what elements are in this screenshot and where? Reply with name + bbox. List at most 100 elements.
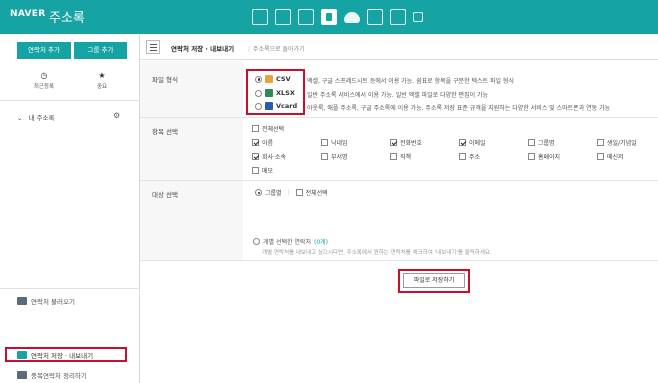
radio-by-group[interactable] [255,189,262,196]
sidebar-item-import[interactable]: 연락처 불러오기 [17,296,75,306]
checkbox[interactable] [597,139,604,146]
add-group-button[interactable]: 그룹 추가 [74,42,127,59]
checkbox-target-all[interactable] [295,189,303,196]
cloud-icon[interactable] [344,12,360,23]
checkbox[interactable] [252,139,259,146]
field-label: 전화번호 [400,140,423,147]
checkbox[interactable] [321,139,328,146]
divider [0,100,140,101]
recent-shortcut[interactable]: ◷ 최근등록 [26,71,62,90]
checkbox[interactable] [528,153,535,160]
mail-icon[interactable] [252,9,268,25]
memo-icon[interactable] [367,9,383,25]
field-phone[interactable]: 전화번호 [390,138,422,147]
checkbox[interactable] [390,153,397,160]
individual-count: (0개) [313,239,329,246]
file-format-row: 파일 형식 CSV XLSX Vcard 엑셀, 구글 스프레드시트 등에서 이… [140,61,658,118]
field-label: 닉네임 [331,140,348,147]
recent-label: 최근등록 [33,84,55,90]
format-description: 일반 주소록 서비스에서 이용 가능. 일반 엑셀 파일로 다양한 편집이 가능 [307,92,489,99]
add-contact-button[interactable]: 연락처 추가 [17,42,71,59]
target-label: 대상 선택 [152,191,178,199]
field-label: 홈페이지 [538,154,561,161]
gear-icon[interactable]: ⚙ [113,111,120,120]
checkbox[interactable] [252,125,259,132]
sidebar-item-export[interactable]: 연락처 저장 · 내보내기 [5,347,127,362]
save-to-file-button[interactable]: 파일로 저장하기 [403,273,465,288]
select-all-fields[interactable]: 전체선택 [252,124,284,133]
back-to-addressbook-link[interactable]: 주소록으로 돌아가기 [248,44,305,53]
checkbox[interactable] [252,153,259,160]
format-highlight-box [246,69,305,115]
target-choices: 그룹별 | 전체선택 [255,188,328,197]
field-name[interactable]: 이름 [252,138,273,147]
square-icon[interactable] [413,12,423,22]
top-bar: NAVER 주소록 [0,0,658,34]
naver-logo[interactable]: NAVER [10,9,45,19]
field-email[interactable]: 이메일 [459,138,486,147]
item-select-row: 항목 선택 전체선택 이름 닉네임 전화번호 이메일 그룹명 생일/기념일 회사… [140,118,658,181]
sidebar-item-dedupe[interactable]: 중복연락처 정리하기 [17,370,87,380]
chevron-down-icon: ⌄ [17,114,23,122]
home-icon[interactable] [390,9,406,25]
sidebar-item-label: 연락처 불러오기 [31,298,75,306]
import-icon [17,297,27,305]
menu-toggle-icon[interactable] [146,40,160,54]
item-select-label: 항목 선택 [152,128,178,136]
field-label: 주소 [469,154,481,161]
checkbox[interactable] [390,139,397,146]
field-label: 메신저 [607,154,624,161]
field-label: 메모 [262,168,274,175]
field-label: 이메일 [469,140,486,147]
target-all-label: 전체선택 [305,190,328,197]
checkbox[interactable] [597,153,604,160]
app-switcher [252,9,423,25]
checkbox[interactable] [252,167,259,174]
important-label: 중요 [96,84,108,90]
contacts-icon[interactable] [321,9,337,25]
checkbox[interactable] [459,153,466,160]
field-memo[interactable]: 메모 [252,166,273,175]
select-all-label: 전체선택 [262,126,285,133]
field-label: 그룹명 [538,140,555,147]
separator: | [287,189,290,196]
important-shortcut[interactable]: ★ 중요 [84,71,120,90]
field-position[interactable]: 직책 [390,152,411,161]
field-homepage[interactable]: 홈페이지 [528,152,560,161]
field-nickname[interactable]: 닉네임 [321,138,348,147]
checkbox[interactable] [528,139,535,146]
target-group-label: 그룹별 [265,190,282,197]
file-format-label: 파일 형식 [152,76,178,84]
content-header: 연락처 저장 · 내보내기 주소록으로 돌아가기 [140,34,658,60]
individual-note: 개별 연락처를 내보내고 싶으시다면, 주소록에서 원하는 연락처를 체크하여 … [262,250,492,256]
my-addressbook-label: 내 주소록 [28,114,55,122]
my-addressbook[interactable]: ⌄ 내 주소록 [17,112,55,122]
divider [0,288,140,289]
individual-selection[interactable]: 개별 선택한 연락처 (0개) [253,237,328,246]
sidebar-item-label: 중복연락처 정리하기 [31,372,87,380]
field-address[interactable]: 주소 [459,152,480,161]
individual-label: 개별 선택한 연락처 [263,239,311,246]
dedupe-icon [17,371,27,379]
field-group[interactable]: 그룹명 [528,138,555,147]
page-title: 연락처 저장 · 내보내기 [171,45,235,53]
field-label: 생일/기념일 [607,140,637,147]
star-icon: ★ [98,71,106,80]
clock-icon: ◷ [40,71,48,80]
field-company[interactable]: 회사·소속 [252,152,286,161]
field-messenger[interactable]: 메신저 [597,152,624,161]
field-label: 부서명 [331,154,348,161]
list-icon[interactable] [298,9,314,25]
field-label: 직책 [400,154,412,161]
sidebar: 연락처 추가 그룹 추가 ◷ 최근등록 ★ 중요 ⌄ 내 주소록 ⚙ 연락처 불… [0,34,140,383]
radio-individual[interactable] [253,238,260,245]
file-format-options: CSV XLSX Vcard 엑셀, 구글 스프레드시트 등에서 이용 가능. … [243,61,658,117]
field-birthday[interactable]: 생일/기념일 [597,138,637,147]
calendar-icon[interactable] [275,9,291,25]
checkbox[interactable] [321,153,328,160]
checkbox[interactable] [459,139,466,146]
export-icon [17,350,27,359]
field-department[interactable]: 부서명 [321,152,348,161]
app-title[interactable]: 주소록 [49,7,85,26]
field-label: 회사·소속 [262,154,286,161]
